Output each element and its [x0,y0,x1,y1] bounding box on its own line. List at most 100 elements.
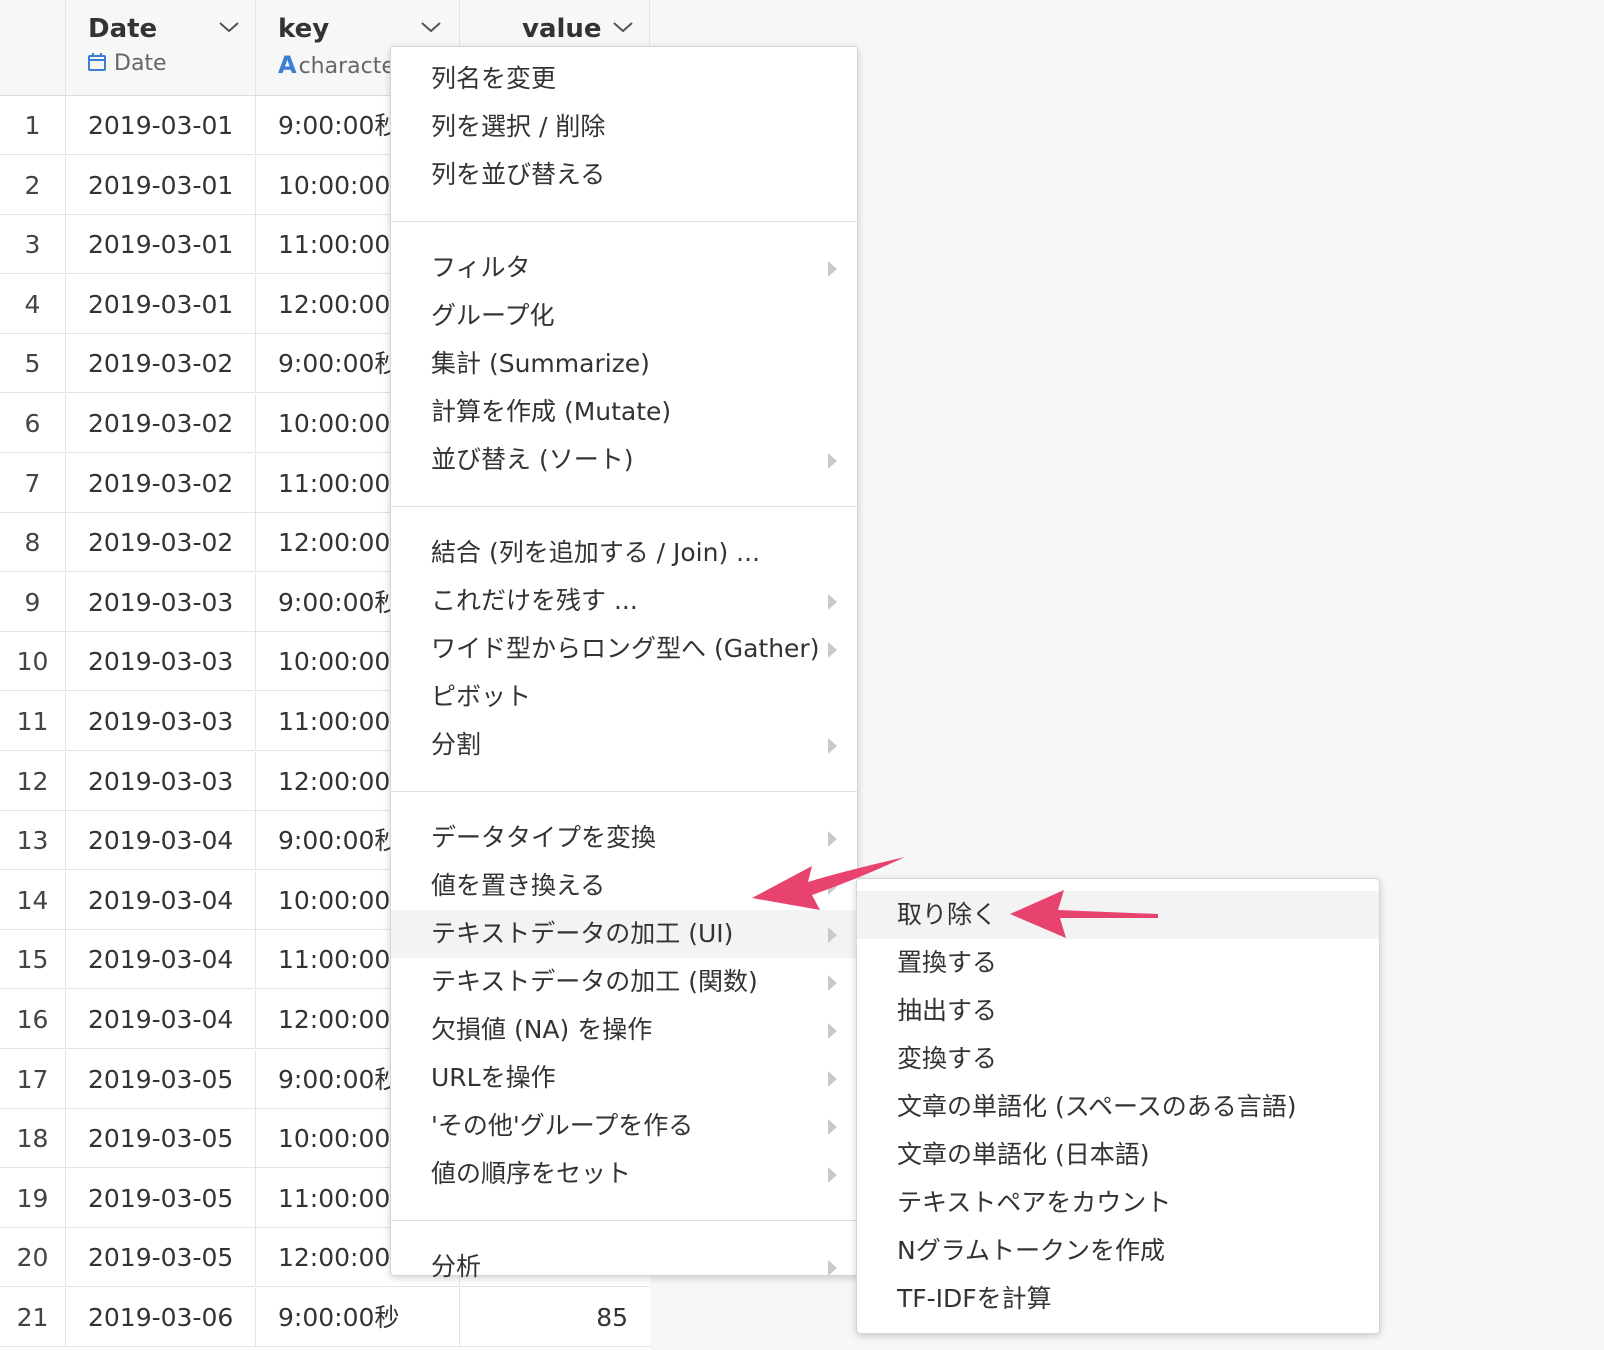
cell-date: 2019-03-02 [66,334,256,394]
menu-item-label: 分析 [431,1252,482,1281]
row-index: 7 [0,453,66,513]
column-context-menu: 列名を変更列を選択 / 削除 列を並び替えるフィルタグループ化集計 (Summar… [390,46,858,1281]
menu-item[interactable]: 分割 [391,721,857,769]
cell-date: 2019-03-02 [66,513,256,573]
menu-item[interactable]: 計算を作成 (Mutate) [391,388,857,436]
menu-item-label: 'その他'グループを作る [431,1111,694,1140]
row-index: 1 [0,96,66,155]
cell-date: 2019-03-03 [66,632,256,692]
menu-separator [391,1220,857,1221]
cell-date: 2019-03-05 [66,1168,256,1228]
cell-date: 2019-03-05 [66,1049,256,1109]
row-index: 15 [0,930,66,990]
submenu-item-label: 置換する [897,948,998,977]
submenu-item[interactable]: テキストペアをカウント [857,1179,1379,1227]
submenu-item-label: 抽出する [897,996,998,1025]
cell-date: 2019-03-03 [66,572,256,632]
menu-item-label: 列を選択 / 削除 [431,112,606,141]
menu-item-label: 並び替え (ソート) [431,445,634,474]
submenu-arrow-icon [828,879,837,895]
menu-item[interactable]: 結合 (列を追加する / Join) ... [391,529,857,577]
row-index: 10 [0,632,66,692]
row-index: 17 [0,1049,66,1109]
menu-item[interactable]: ピボット [391,673,857,721]
submenu-item[interactable]: Nグラムトークンを作成 [857,1227,1379,1275]
menu-item[interactable]: 列名を変更 [391,55,857,103]
menu-item-label: 列を並び替える [431,160,606,189]
menu-item[interactable]: フィルタ [391,244,857,292]
menu-item[interactable]: 値を置き換える [391,862,857,910]
submenu-item-label: TF-IDFを計算 [897,1284,1052,1313]
submenu-arrow-icon [828,453,837,469]
row-index: 3 [0,215,66,275]
menu-item[interactable]: 値の順序をセット [391,1150,857,1198]
cell-date: 2019-03-05 [66,1109,256,1169]
cell-date: 2019-03-02 [66,394,256,453]
menu-item-label: 結合 (列を追加する / Join) ... [431,538,761,567]
chevron-down-icon[interactable] [218,20,240,34]
menu-item[interactable]: 'その他'グループを作る [391,1102,857,1150]
menu-separator [391,506,857,507]
submenu-item[interactable]: 変換する [857,1035,1379,1083]
text-type-icon: A [278,51,297,79]
cell-date: 2019-03-01 [66,274,256,334]
menu-item-label: テキストデータの加工 (UI) [431,919,734,948]
menu-item[interactable]: 並び替え (ソート) [391,436,857,484]
row-index: 19 [0,1168,66,1228]
menu-item-label: 計算を作成 (Mutate) [431,397,672,426]
cell-date: 2019-03-01 [66,155,256,215]
cell-date: 2019-03-04 [66,870,256,930]
menu-item[interactable]: これだけを残す ... [391,577,857,625]
column-name: key [278,14,330,44]
cell-date: 2019-03-02 [66,453,256,513]
submenu-item[interactable]: 取り除く [857,891,1379,939]
submenu-arrow-icon [828,975,837,991]
submenu-item[interactable]: 抽出する [857,987,1379,1035]
menu-item-label: テキストデータの加工 (関数) [431,967,758,996]
cell-date: 2019-03-06 [66,1288,256,1347]
submenu-arrow-icon [828,594,837,610]
menu-item-label: ピボット [431,682,532,711]
menu-item[interactable]: データタイプを変換 [391,814,857,862]
menu-item[interactable]: 列を選択 / 削除 [391,103,857,151]
menu-item[interactable]: ワイド型からロング型へ (Gather) [391,625,857,673]
menu-item[interactable]: 集計 (Summarize) [391,340,857,388]
menu-item[interactable]: 分析 [391,1243,857,1291]
row-index: 20 [0,1228,66,1288]
menu-item[interactable]: テキストデータの加工 (関数) [391,958,857,1006]
submenu-item[interactable]: 文章の単語化 (日本語) [857,1131,1379,1179]
menu-item[interactable]: URLを操作 [391,1054,857,1102]
submenu-item[interactable]: 文章の単語化 (スペースのある言語) [857,1083,1379,1131]
submenu-item-label: 変換する [897,1044,998,1073]
row-index: 8 [0,513,66,573]
calendar-icon [88,53,106,71]
menu-item[interactable]: グループ化 [391,292,857,340]
menu-item-label: 欠損値 (NA) を操作 [431,1015,653,1044]
menu-item-label: 列名を変更 [431,64,557,93]
menu-item-label: これだけを残す ... [431,586,638,615]
menu-item[interactable]: テキストデータの加工 (UI) [391,910,857,958]
cell-date: 2019-03-03 [66,751,256,811]
row-index: 21 [0,1288,66,1347]
menu-item-label: 集計 (Summarize) [431,349,650,378]
menu-item-label: データタイプを変換 [431,823,657,852]
menu-item-label: 値の順序をセット [431,1159,632,1188]
submenu-item-label: テキストペアをカウント [897,1188,1172,1217]
submenu-arrow-icon [828,1260,837,1276]
submenu-item[interactable]: 置換する [857,939,1379,987]
row-index: 2 [0,155,66,215]
menu-separator [391,791,857,792]
menu-item[interactable]: 欠損値 (NA) を操作 [391,1006,857,1054]
row-index: 5 [0,334,66,394]
menu-item[interactable]: 列を並び替える [391,151,857,199]
column-header-date[interactable]: Date Date [66,0,256,95]
row-index: 9 [0,572,66,632]
chevron-down-icon[interactable] [612,20,634,34]
cell-value: 85 [596,1303,628,1332]
menu-item-label: 分割 [431,730,482,759]
chevron-down-icon[interactable] [420,20,442,34]
menu-item-label: グループ化 [431,301,555,330]
cell-date: 2019-03-01 [66,215,256,275]
row-index: 12 [0,751,66,811]
submenu-item[interactable]: TF-IDFを計算 [857,1275,1379,1323]
